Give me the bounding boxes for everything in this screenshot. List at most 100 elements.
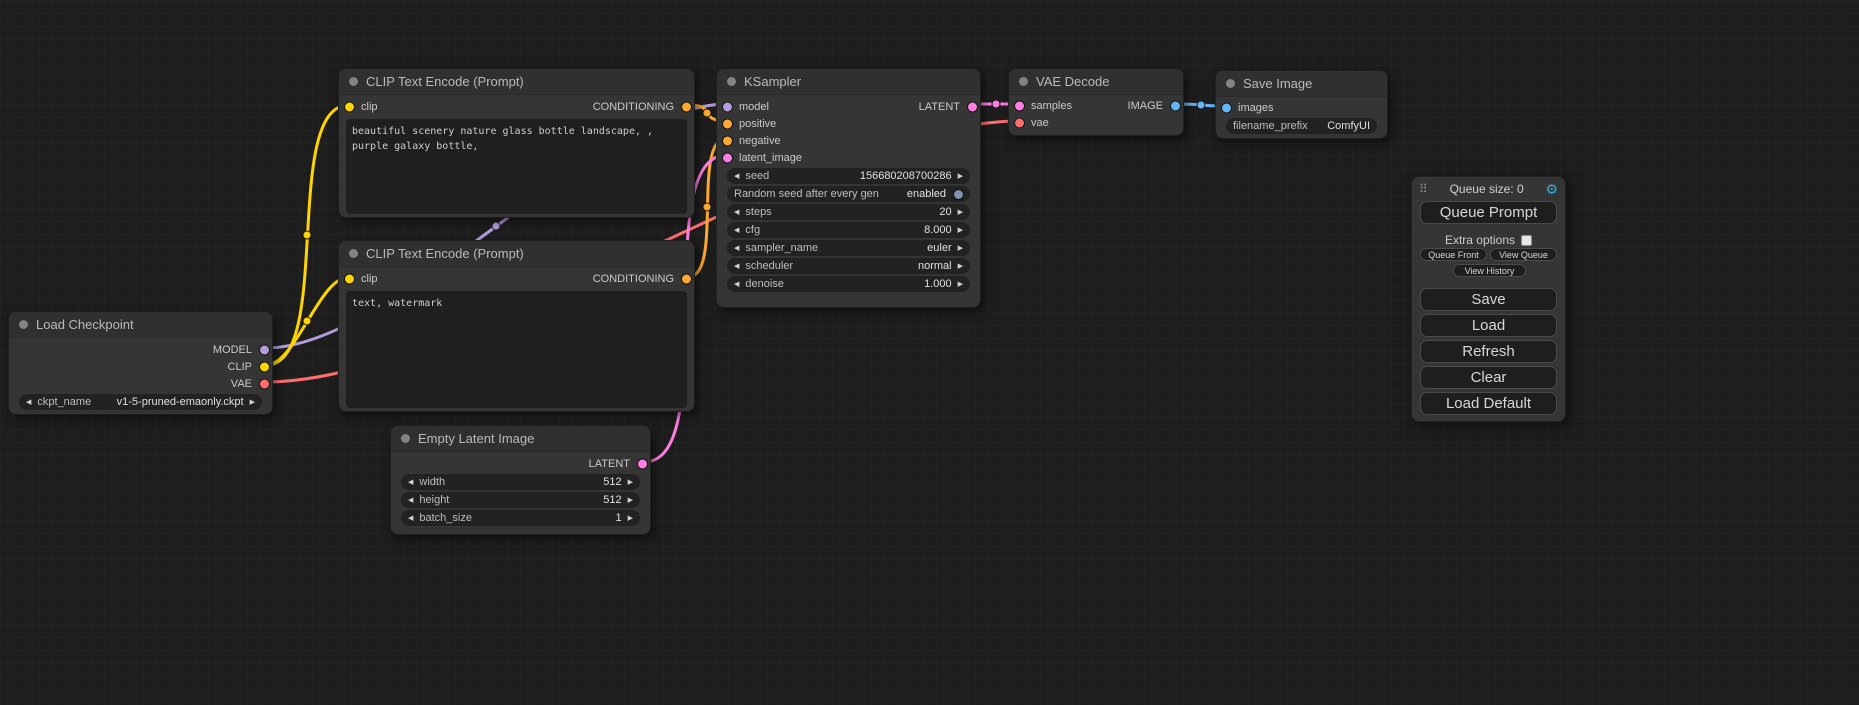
decrement-arrow-icon[interactable]: ◀ (734, 263, 739, 270)
toggle-indicator-icon[interactable] (954, 190, 963, 199)
node-save-image[interactable]: Save Image images filename_prefix ComfyU… (1215, 70, 1388, 139)
load-button[interactable]: Load (1420, 314, 1557, 337)
node-load-checkpoint[interactable]: Load Checkpoint MODEL CLIP VAE ◀ ckpt_na… (8, 311, 273, 415)
decrement-arrow-icon[interactable]: ◀ (408, 497, 413, 504)
decrement-arrow-icon[interactable]: ◀ (734, 245, 739, 252)
collapse-dot[interactable] (1019, 77, 1028, 86)
port-row-samples-image: samples IMAGE (1009, 97, 1183, 114)
node-title-bar[interactable]: CLIP Text Encode (Prompt) (339, 241, 694, 267)
node-title: Load Checkpoint (36, 317, 134, 332)
node-title-bar[interactable]: Load Checkpoint (9, 312, 272, 338)
node-title-bar[interactable]: Save Image (1216, 71, 1387, 97)
decrement-arrow-icon[interactable]: ◀ (734, 227, 739, 234)
extra-options-checkbox[interactable] (1521, 235, 1532, 246)
node-ksampler[interactable]: KSampler model LATENT positive negative … (716, 68, 981, 308)
node-vae-decode[interactable]: VAE Decode samples IMAGE vae (1008, 68, 1184, 136)
node-title-bar[interactable]: VAE Decode (1009, 69, 1183, 95)
queue-panel-header: ⠿ Queue size: 0 ⚙ (1419, 181, 1558, 197)
increment-arrow-icon[interactable]: ▶ (958, 209, 963, 216)
decrement-arrow-icon[interactable]: ◀ (408, 479, 413, 486)
increment-arrow-icon[interactable]: ▶ (958, 263, 963, 270)
input-port-model[interactable] (723, 102, 732, 111)
widget-sampler-name[interactable]: ◀ sampler_name euler ▶ (727, 240, 970, 256)
increment-arrow-icon[interactable]: ▶ (958, 281, 963, 288)
clear-button[interactable]: Clear (1420, 366, 1557, 389)
negative-prompt-text-input[interactable]: text, watermark (346, 291, 687, 408)
queue-prompt-button[interactable]: Queue Prompt (1420, 201, 1557, 224)
output-row-latent: LATENT (391, 455, 650, 472)
increment-arrow-icon[interactable]: ▶ (628, 515, 633, 522)
widget-scheduler[interactable]: ◀ scheduler normal ▶ (727, 258, 970, 274)
output-port-latent[interactable] (968, 102, 977, 111)
node-clip-text-encode-negative[interactable]: CLIP Text Encode (Prompt) clip CONDITION… (338, 240, 695, 412)
node-title-bar[interactable]: KSampler (717, 69, 980, 95)
output-label-clip: CLIP (228, 361, 252, 373)
input-port-latent-image[interactable] (723, 153, 732, 162)
widget-batch-size[interactable]: ◀ batch_size 1 ▶ (401, 510, 640, 526)
widget-value: 1.000 (924, 278, 952, 290)
output-port-image[interactable] (1171, 101, 1180, 110)
collapse-dot[interactable] (349, 249, 358, 258)
widget-label: height (419, 494, 449, 506)
increment-arrow-icon[interactable]: ▶ (628, 497, 633, 504)
collapse-dot[interactable] (1226, 79, 1235, 88)
output-port-conditioning[interactable] (682, 274, 691, 283)
collapse-dot[interactable] (727, 77, 736, 86)
collapse-dot[interactable] (349, 77, 358, 86)
widget-random-seed-toggle[interactable]: Random seed after every gen enabled (727, 186, 970, 202)
node-empty-latent-image[interactable]: Empty Latent Image LATENT ◀ width 512 ▶ … (390, 425, 651, 535)
output-port-model[interactable] (260, 345, 269, 354)
widget-value: 8.000 (924, 224, 952, 236)
view-history-button[interactable]: View History (1453, 264, 1526, 277)
input-label-clip: clip (361, 101, 378, 113)
view-queue-button[interactable]: View Queue (1490, 248, 1557, 261)
positive-prompt-text-input[interactable]: beautiful scenery nature glass bottle la… (346, 119, 687, 214)
load-default-button[interactable]: Load Default (1420, 392, 1557, 415)
drag-handle-icon[interactable]: ⠿ (1419, 183, 1428, 195)
input-label-model: model (739, 101, 769, 113)
increment-arrow-icon[interactable]: ▶ (250, 399, 255, 406)
input-port-vae[interactable] (1015, 118, 1024, 127)
input-port-samples[interactable] (1015, 101, 1024, 110)
node-title-bar[interactable]: Empty Latent Image (391, 426, 650, 452)
node-title-bar[interactable]: CLIP Text Encode (Prompt) (339, 69, 694, 95)
increment-arrow-icon[interactable]: ▶ (958, 227, 963, 234)
widget-width[interactable]: ◀ width 512 ▶ (401, 474, 640, 490)
increment-arrow-icon[interactable]: ▶ (958, 245, 963, 252)
widget-filename-prefix[interactable]: filename_prefix ComfyUI (1226, 118, 1377, 134)
widget-label: denoise (745, 278, 784, 290)
widget-height[interactable]: ◀ height 512 ▶ (401, 492, 640, 508)
input-port-images[interactable] (1222, 103, 1231, 112)
refresh-button[interactable]: Refresh (1420, 340, 1557, 363)
output-port-vae[interactable] (260, 379, 269, 388)
collapse-dot[interactable] (19, 320, 28, 329)
widget-ckpt-name[interactable]: ◀ ckpt_name v1-5-pruned-emaonly.ckpt ▶ (19, 394, 262, 410)
input-port-clip[interactable] (345, 102, 354, 111)
output-port-clip[interactable] (260, 362, 269, 371)
save-button[interactable]: Save (1420, 288, 1557, 311)
node-clip-text-encode-positive[interactable]: CLIP Text Encode (Prompt) clip CONDITION… (338, 68, 695, 218)
queue-panel: ⠿ Queue size: 0 ⚙ Queue Prompt Extra opt… (1411, 176, 1566, 422)
settings-gear-icon[interactable]: ⚙ (1545, 182, 1558, 196)
queue-front-button[interactable]: Queue Front (1420, 248, 1487, 261)
input-port-positive[interactable] (723, 119, 732, 128)
decrement-arrow-icon[interactable]: ◀ (734, 281, 739, 288)
output-port-latent[interactable] (638, 459, 647, 468)
input-port-negative[interactable] (723, 136, 732, 145)
graph-canvas[interactable]: Load Checkpoint MODEL CLIP VAE ◀ ckpt_na… (0, 0, 1859, 705)
input-port-clip[interactable] (345, 274, 354, 283)
decrement-arrow-icon[interactable]: ◀ (734, 209, 739, 216)
decrement-arrow-icon[interactable]: ◀ (408, 515, 413, 522)
increment-arrow-icon[interactable]: ▶ (958, 173, 963, 180)
node-title: CLIP Text Encode (Prompt) (366, 246, 524, 261)
output-port-conditioning[interactable] (682, 102, 691, 111)
output-label-vae: VAE (231, 378, 252, 390)
widget-denoise[interactable]: ◀ denoise 1.000 ▶ (727, 276, 970, 292)
widget-seed[interactable]: ◀ seed 156680208700286 ▶ (727, 168, 970, 184)
collapse-dot[interactable] (401, 434, 410, 443)
widget-steps[interactable]: ◀ steps 20 ▶ (727, 204, 970, 220)
widget-cfg[interactable]: ◀ cfg 8.000 ▶ (727, 222, 970, 238)
decrement-arrow-icon[interactable]: ◀ (734, 173, 739, 180)
decrement-arrow-icon[interactable]: ◀ (26, 399, 31, 406)
increment-arrow-icon[interactable]: ▶ (628, 479, 633, 486)
